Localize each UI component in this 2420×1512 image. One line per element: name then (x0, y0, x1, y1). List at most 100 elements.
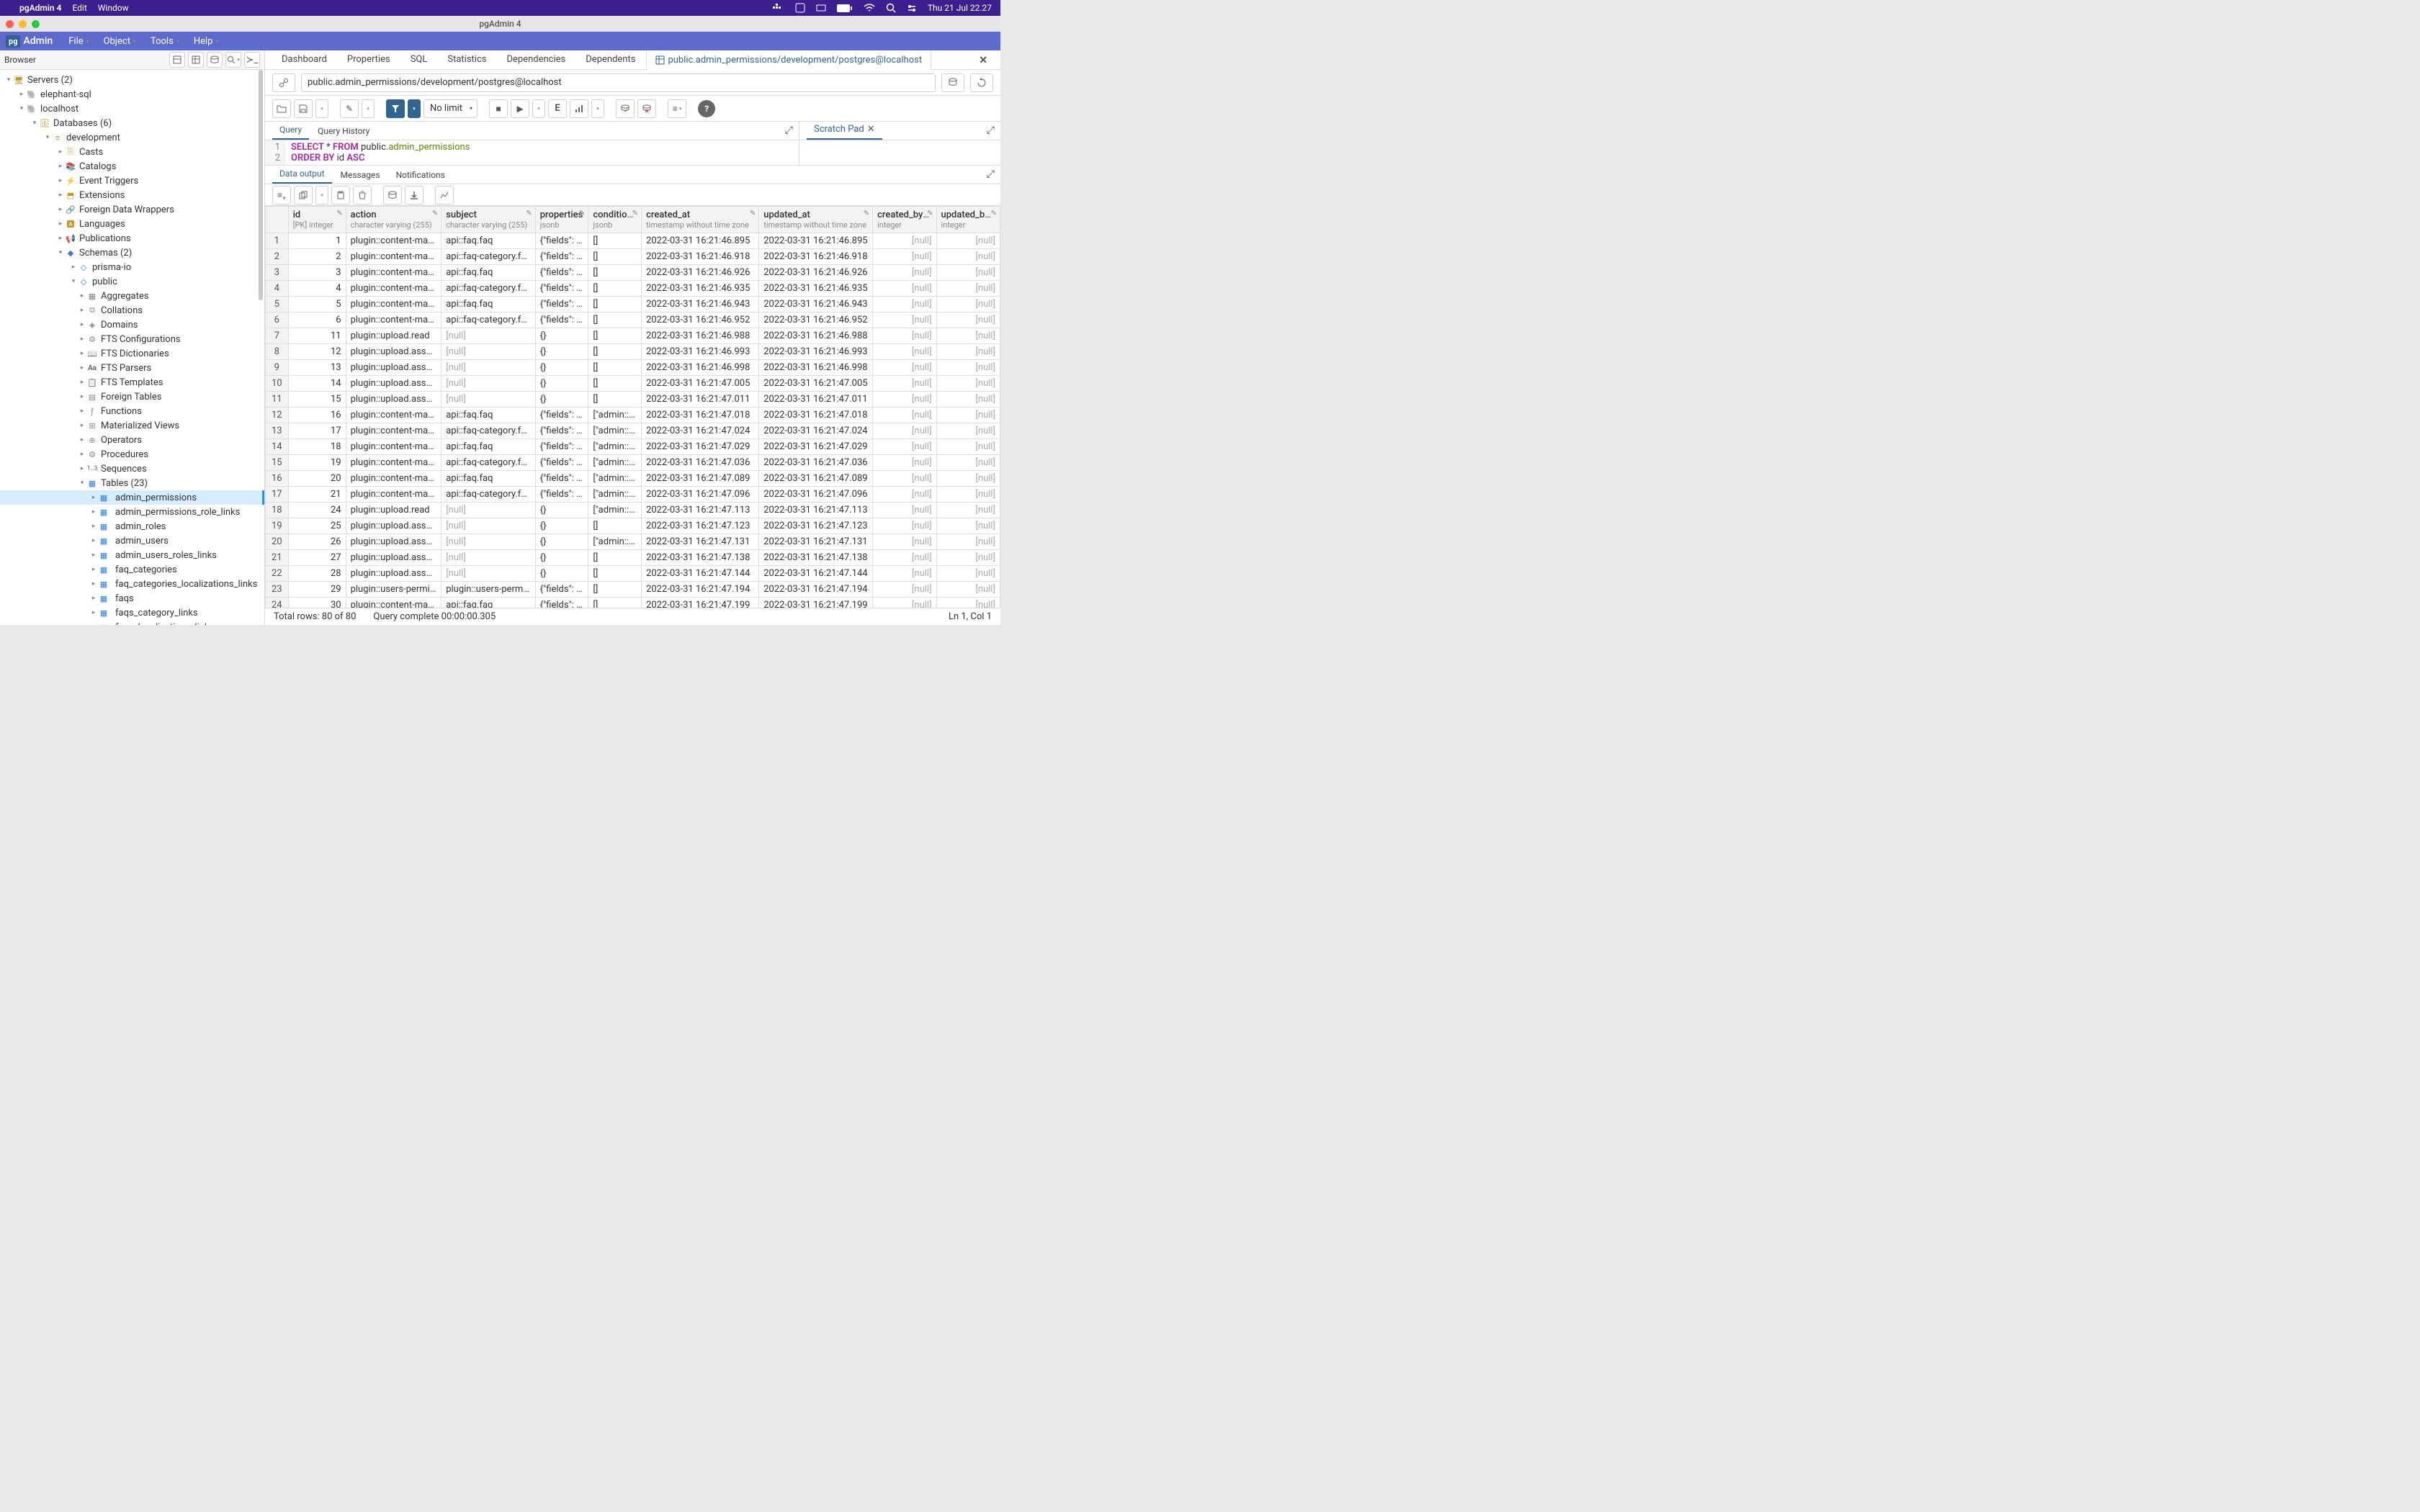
macros-icon[interactable]: ≡▾ (668, 99, 686, 118)
tree-table-admin_users_roles_links[interactable]: ▸▦admin_users_roles_links (0, 548, 264, 562)
system-icon-1[interactable] (795, 3, 805, 13)
save-icon[interactable] (294, 99, 313, 118)
edit-dropdown[interactable]: ▾ (362, 99, 375, 118)
table-row[interactable]: 1115plugin::upload.assets.c…[null]{}[]20… (266, 392, 1000, 408)
tree-public-procedures[interactable]: ▸⚙Procedures (0, 447, 264, 462)
sql-editor[interactable]: 12 SELECT * FROM public.admin_permission… (265, 140, 799, 165)
table-row[interactable]: 812plugin::upload.assets.c…[null]{}[]202… (266, 344, 1000, 360)
help-icon[interactable]: ? (698, 100, 715, 117)
table-row[interactable]: 1824plugin::upload.read[null]{}["admin::… (266, 503, 1000, 518)
table-row[interactable]: 2228plugin::upload.assets.c…[null]{}[]20… (266, 566, 1000, 582)
add-row-icon[interactable]: ≡₊ (272, 186, 291, 204)
table-row[interactable]: 1620plugin::content-manag…api::faq.faq{"… (266, 471, 1000, 487)
output-tab-messages[interactable]: Messages (333, 166, 387, 184)
tree-table-faq_categories[interactable]: ▸▦faq_categories (0, 562, 264, 577)
subtab-query[interactable]: Query (272, 121, 309, 140)
pencil-icon[interactable]: ✎ (526, 210, 532, 217)
table-row[interactable]: 55plugin::content-manag…api::faq.faq{"fi… (266, 297, 1000, 312)
tree-public-materialized-views[interactable]: ▸⊞Materialized Views (0, 418, 264, 433)
table-row[interactable]: 913plugin::upload.assets.u…[null]{}[]202… (266, 360, 1000, 376)
pencil-icon[interactable]: ✎ (632, 210, 638, 217)
menu-help[interactable]: Help▾ (188, 36, 225, 47)
expand-scratch-icon[interactable]: ⤢ (987, 125, 995, 136)
filter-dropdown[interactable]: ▾ (408, 99, 421, 118)
menu-object[interactable]: Object▾ (98, 36, 142, 47)
tree-table-admin_permissions[interactable]: ▸▦admin_permissions (0, 490, 264, 505)
copy-icon[interactable] (294, 186, 313, 204)
pencil-icon[interactable]: ✎ (991, 210, 997, 217)
table-row[interactable]: 2127plugin::upload.assets.d…[null]{}[]20… (266, 550, 1000, 566)
tree-item-languages[interactable]: ▸🅰Languages (0, 217, 264, 231)
mac-menu-edit[interactable]: Edit (72, 3, 86, 13)
tree-table-admin_users[interactable]: ▸▦admin_users (0, 534, 264, 548)
pencil-icon[interactable]: ✎ (432, 210, 438, 217)
tree-public-fts-templates[interactable]: ▸📋FTS Templates (0, 375, 264, 390)
tab-dashboard[interactable]: Dashboard (272, 50, 336, 69)
table-row[interactable]: 11plugin::content-manag…api::faq.faq{"fi… (266, 233, 1000, 249)
chart-icon[interactable] (435, 186, 454, 204)
table-row[interactable]: 1925plugin::upload.assets.c…[null]{}[]20… (266, 518, 1000, 534)
path-input[interactable]: public.admin_permissions/development/pos… (301, 73, 936, 92)
connection-icon[interactable] (272, 73, 295, 92)
table-row[interactable]: 44plugin::content-manag…api::faq-categor… (266, 281, 1000, 297)
window-close[interactable] (6, 20, 14, 28)
browser-toolbar-field-icon[interactable] (169, 52, 185, 68)
tree-development[interactable]: ▾≡development (0, 130, 264, 145)
tab-close-all[interactable]: ✕ (973, 52, 993, 69)
table-row[interactable]: 1216plugin::content-manag…api::faq.faq{"… (266, 408, 1000, 423)
explain-dropdown[interactable]: ▾ (591, 99, 604, 118)
output-tab-notifications[interactable]: Notifications (389, 166, 452, 184)
commit-icon[interactable] (616, 99, 635, 118)
tree-public-fts-configurations[interactable]: ▸⚙FTS Configurations (0, 332, 264, 346)
table-row[interactable]: 33plugin::content-manag…api::faq.faq{"fi… (266, 265, 1000, 281)
scratch-pad-tab[interactable]: Scratch Pad✕ (807, 120, 882, 140)
pencil-icon[interactable]: ✎ (579, 210, 585, 217)
tree-servers[interactable]: ▾🖥Servers (2) (0, 73, 264, 87)
expand-output-icon[interactable]: ⤢ (987, 168, 995, 180)
col-properties[interactable]: properties✎jsonb (535, 207, 588, 233)
col-created_by_id[interactable]: created_by_id✎integer (873, 207, 936, 233)
tree-table-admin_roles[interactable]: ▸▦admin_roles (0, 519, 264, 534)
tree-tables[interactable]: ▾▦Tables (23) (0, 476, 264, 490)
open-file-icon[interactable] (272, 99, 291, 118)
tree-item-publications[interactable]: ▸📢Publications (0, 231, 264, 246)
tab-properties[interactable]: Properties (338, 50, 400, 69)
col-rownum[interactable] (266, 207, 289, 233)
tree-databases[interactable]: ▾🗄Databases (6) (0, 116, 264, 130)
table-row[interactable]: 1317plugin::content-manag…api::faq-categ… (266, 423, 1000, 439)
tree-schema-public[interactable]: ▾◇public (0, 274, 264, 289)
window-minimize[interactable] (19, 20, 27, 28)
sidebar-scrollbar[interactable] (257, 70, 264, 625)
save-data-icon[interactable] (383, 186, 402, 204)
table-row[interactable]: 66plugin::content-manag…api::faq-categor… (266, 312, 1000, 328)
data-grid[interactable]: id✎[PK] integeraction✎character varying … (265, 206, 1000, 608)
tree-item-event-triggers[interactable]: ▸⚡Event Triggers (0, 174, 264, 188)
expand-query-icon[interactable]: ⤢ (785, 125, 793, 136)
copy-dropdown[interactable]: ▾ (315, 186, 328, 204)
pencil-icon[interactable]: ✎ (927, 210, 933, 217)
tree-elephant[interactable]: ▸🐘elephant-sql (0, 87, 264, 102)
limit-select[interactable]: No limit▾ (424, 99, 478, 118)
tree-public-fts-parsers[interactable]: ▸AaFTS Parsers (0, 361, 264, 375)
close-icon[interactable]: ✕ (867, 124, 875, 135)
tree-public-domains[interactable]: ▸◈Domains (0, 318, 264, 332)
col-conditions[interactable]: conditions✎jsonb (588, 207, 642, 233)
tree-item-extensions[interactable]: ▸⬒Extensions (0, 188, 264, 202)
col-subject[interactable]: subject✎character varying (255) (442, 207, 536, 233)
tab-dependencies[interactable]: Dependencies (497, 50, 575, 69)
tree-item-casts[interactable]: ▸⎘Casts (0, 145, 264, 159)
table-row[interactable]: 1014plugin::upload.assets.d…[null]{}[]20… (266, 376, 1000, 392)
browser-toolbar-sql-icon[interactable] (207, 52, 223, 68)
explain-analyze-icon[interactable] (570, 99, 588, 118)
browser-toolbar-search-icon[interactable]: ▾ (225, 52, 241, 68)
edit-icon[interactable]: ✎ (340, 99, 359, 118)
menu-file[interactable]: File▾ (63, 36, 94, 47)
explain-icon[interactable]: E (548, 99, 567, 118)
pencil-icon[interactable]: ✎ (750, 210, 756, 217)
clock[interactable]: Thu 21 Jul 22.27 (928, 3, 992, 13)
browser-tree[interactable]: ▾🖥Servers (2) ▸🐘elephant-sql ▾🐘localhost… (0, 70, 264, 625)
tree-item-foreign-data-wrappers[interactable]: ▸🔗Foreign Data Wrappers (0, 202, 264, 217)
download-icon[interactable] (405, 186, 424, 204)
tree-item-catalogs[interactable]: ▸📚Catalogs (0, 159, 264, 174)
tree-public-foreign-tables[interactable]: ▸▤Foreign Tables (0, 390, 264, 404)
